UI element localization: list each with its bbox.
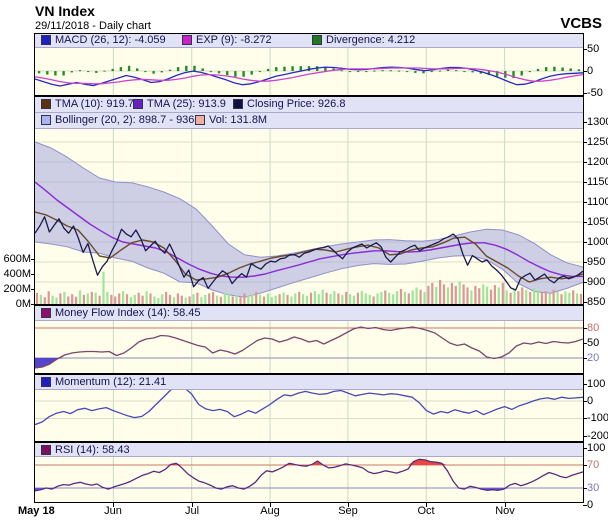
y-axis-label: 900: [587, 276, 605, 288]
y-axis-label: -100: [587, 412, 608, 424]
legend-item-price: TMA (25): 913.9: [133, 98, 226, 110]
price-legend-swatch-icon: [195, 115, 205, 125]
rsi-legend-swatch-icon: [41, 445, 51, 455]
x-axis-label: Jul: [185, 505, 199, 517]
volume-axis-label: 400M: [0, 268, 31, 280]
y-axis-label: 20: [587, 352, 599, 364]
legend-label: Vol: 131.8M: [209, 114, 267, 126]
legend-item-price: Vol: 131.8M: [195, 114, 267, 126]
y-axis-label: 70: [587, 459, 599, 471]
y-axis-label: 50: [587, 43, 599, 55]
momentum-legend-row: Momentum (12): 21.41: [35, 375, 583, 390]
y-axis-label: 100: [587, 442, 605, 454]
legend-label: Divergence: 4.212: [326, 34, 415, 46]
volume-axis-label: 600M: [0, 253, 31, 265]
price-legend-swatch-icon: [41, 115, 51, 125]
mfi-plot[interactable]: [35, 321, 583, 373]
macd-legend-swatch-icon: [41, 35, 51, 45]
page-title: VN Index: [35, 3, 95, 19]
y-axis-label: 80: [587, 322, 599, 334]
macd-legend-swatch-icon: [312, 35, 322, 45]
legend-item-price: Bollinger (20, 2): 898.7 - 936.9: [41, 114, 204, 126]
panel-separator: [34, 373, 584, 375]
y-axis-label: 50: [587, 337, 599, 349]
legend-item-rsi: RSI (14): 58.43: [41, 444, 130, 456]
momentum-legend-swatch-icon: [41, 377, 51, 387]
legend-label: TMA (10): 919.7: [55, 98, 134, 110]
panel-separator: [34, 95, 584, 97]
legend-label: Money Flow Index (14): 58.45: [55, 307, 201, 319]
volume-axis-label: 200M: [0, 283, 31, 295]
vcbs-chart-window: VN Index 29/11/2018 - Daily chart VCBS M…: [0, 0, 608, 527]
legend-item-price: TMA (10): 919.7: [41, 98, 134, 110]
mfi-legend-swatch-icon: [41, 308, 51, 318]
momentum-plot[interactable]: [35, 390, 583, 441]
price-legend-row: TMA (10): 919.7 TMA (25): 913.9 Closing Pr…: [35, 97, 583, 113]
y-axis-label: 1300: [587, 116, 608, 128]
rsi-legend-row: RSI (14): 58.43: [35, 443, 583, 457]
panel-separator: [34, 441, 584, 443]
x-axis-label: Jun: [104, 505, 122, 517]
y-axis-label: 1200: [587, 156, 608, 168]
mfi-legend-row: Money Flow Index (14): 58.45: [35, 306, 583, 321]
y-axis-label: 0: [587, 395, 593, 407]
y-axis-label: 850: [587, 296, 605, 308]
y-axis-label: 30: [587, 482, 599, 494]
x-axis-label: Sep: [338, 505, 358, 517]
volume-axis-tick: [31, 304, 35, 305]
volume-axis-tick: [31, 289, 35, 290]
price-legend-row: Bollinger (20, 2): 898.7 - 936.9 Vol: 131…: [35, 113, 583, 129]
brand-logo: VCBS: [560, 15, 602, 32]
legend-item-macd: Divergence: 4.212: [312, 34, 415, 46]
macd-plot[interactable]: [35, 48, 583, 95]
macd-legend-row: MACD (26, 12): -4.059 EXP (9): -8.272 Dive…: [35, 33, 583, 48]
price-legend-swatch-icon: [133, 99, 143, 109]
y-axis-label: 1100: [587, 196, 608, 208]
legend-label: TMA (25): 913.9: [147, 98, 226, 110]
y-axis-label: 0: [587, 65, 593, 77]
y-axis-label: 0: [587, 499, 593, 511]
legend-label: Bollinger (20, 2): 898.7 - 936.9: [55, 114, 204, 126]
price-legend-swatch-icon: [233, 99, 243, 109]
volume-axis-label: 0M: [0, 298, 31, 310]
legend-item-macd: MACD (26, 12): -4.059: [41, 34, 166, 46]
legend-label: RSI (14): 58.43: [55, 444, 130, 456]
y-axis-label: 1250: [587, 136, 608, 148]
y-axis-label: 100: [587, 378, 605, 390]
chart-subtitle: 29/11/2018 - Daily chart: [35, 20, 151, 32]
y-axis-label: 1150: [587, 176, 608, 188]
volume-axis-tick: [31, 274, 35, 275]
legend-item-price: Closing Price: 926.8: [233, 98, 345, 110]
x-axis-label: Oct: [417, 505, 434, 517]
panel-separator: [34, 304, 584, 306]
legend-label: EXP (9): -8.272: [196, 34, 272, 46]
y-axis-label: 1000: [587, 236, 608, 248]
y-axis-label: 950: [587, 256, 605, 268]
y-axis-label: -200: [587, 430, 608, 442]
price-legend-swatch-icon: [41, 99, 51, 109]
legend-label: Momentum (12): 21.41: [55, 376, 166, 388]
x-axis-label: Aug: [260, 505, 280, 517]
legend-item-momentum: Momentum (12): 21.41: [41, 376, 166, 388]
legend-label: Closing Price: 926.8: [247, 98, 345, 110]
price-plot[interactable]: [35, 129, 583, 304]
legend-label: MACD (26, 12): -4.059: [55, 34, 166, 46]
macd-legend-swatch-icon: [182, 35, 192, 45]
volume-axis-tick: [31, 259, 35, 260]
legend-item-mfi: Money Flow Index (14): 58.45: [41, 307, 201, 319]
y-axis-label: -50: [587, 87, 603, 99]
x-axis-label-start: May 18: [18, 505, 55, 517]
y-axis-label: 1050: [587, 216, 608, 228]
rsi-plot[interactable]: [35, 457, 583, 502]
legend-item-macd: EXP (9): -8.272: [182, 34, 272, 46]
x-axis-label: Nov: [495, 505, 515, 517]
